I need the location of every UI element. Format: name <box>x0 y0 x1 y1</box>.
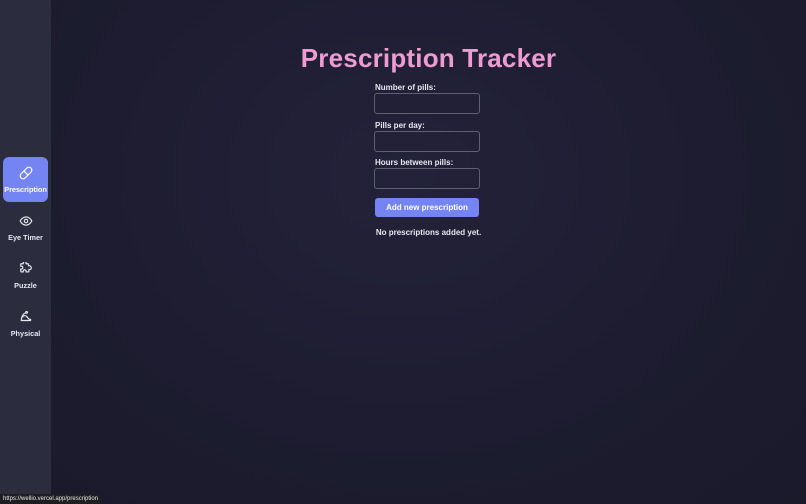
sidebar-item-prescription[interactable]: Prescription <box>3 157 48 202</box>
activity-icon <box>19 310 33 324</box>
pills-per-day-label: Pills per day: <box>375 121 425 130</box>
main-content: Prescription Tracker Number of pills: Pi… <box>51 0 806 504</box>
add-prescription-button[interactable]: Add new prescription <box>375 198 479 217</box>
sidebar-item-label: Puzzle <box>14 281 37 290</box>
empty-state-message: No prescriptions added yet. <box>375 228 482 237</box>
pills-per-day-input[interactable] <box>374 131 480 152</box>
pill-icon <box>19 166 33 180</box>
number-of-pills-input[interactable] <box>374 93 480 114</box>
sidebar-item-label: Physical <box>10 329 41 338</box>
sidebar-item-physical[interactable]: Physical <box>3 301 48 346</box>
status-bar-url: https://wellio.vercel.app/prescription <box>0 494 102 504</box>
sidebar-item-label: Eye Timer <box>8 233 43 242</box>
hours-between-pills-input[interactable] <box>374 168 480 189</box>
puzzle-icon <box>19 262 33 276</box>
sidebar: Prescription Eye Timer Puzzle Physical <box>0 0 51 504</box>
page-title: Prescription Tracker <box>300 43 557 73</box>
sidebar-item-puzzle[interactable]: Puzzle <box>3 253 48 298</box>
hours-between-pills-label: Hours between pills: <box>375 158 454 167</box>
sidebar-item-eye-timer[interactable]: Eye Timer <box>3 205 48 250</box>
sidebar-item-label: Prescription <box>4 185 47 194</box>
number-of-pills-label: Number of pills: <box>375 83 436 92</box>
eye-icon <box>19 214 33 228</box>
